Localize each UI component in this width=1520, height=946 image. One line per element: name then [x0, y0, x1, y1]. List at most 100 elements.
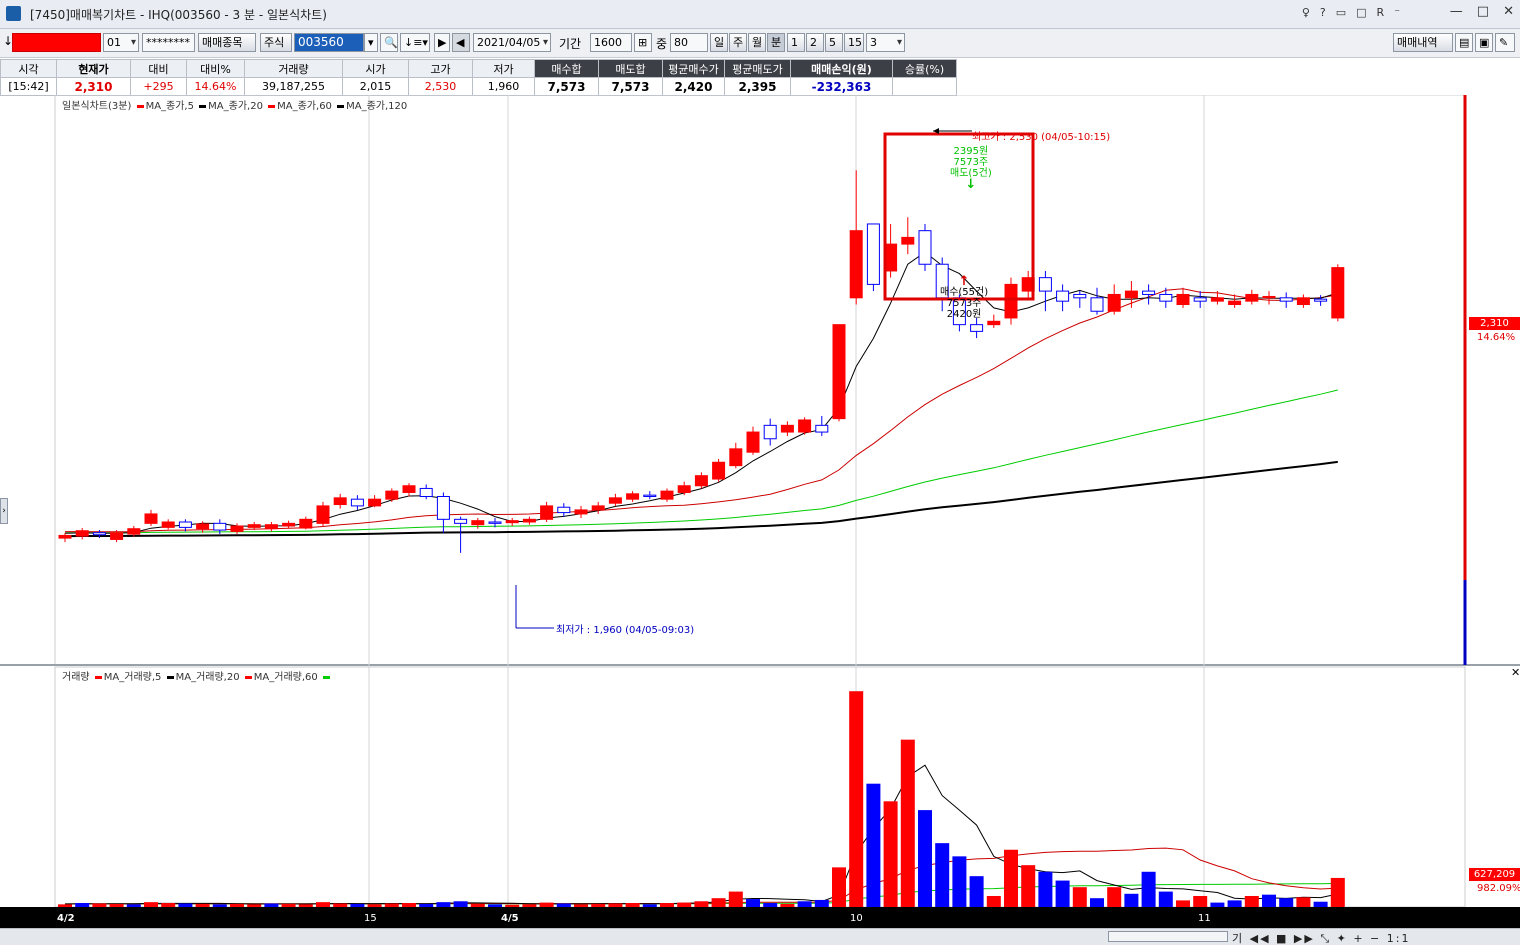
- volume-bar-down: [488, 904, 502, 907]
- date-picker[interactable]: 2021/04/05: [473, 33, 551, 52]
- volume-bar-up: [711, 898, 726, 907]
- candle-up: [746, 431, 760, 453]
- tf-week-button[interactable]: 주: [729, 33, 747, 52]
- candle-down: [815, 424, 829, 433]
- value-buy-sum: 7,573: [534, 77, 599, 96]
- low-price-note: 최저가 : 1,960 (04/05-09:03): [556, 625, 695, 636]
- candle-down: [1142, 290, 1156, 295]
- last-volume-tag: 627,209: [1469, 868, 1520, 881]
- candle-up: [161, 521, 175, 528]
- header-avg-buy: 평균매수가: [662, 59, 725, 78]
- header-sell-sum: 매도합: [598, 59, 663, 78]
- value-current-price: 2,310: [56, 77, 131, 96]
- minimize-button[interactable]: —: [1450, 4, 1463, 19]
- volume-bar-up: [591, 903, 606, 907]
- pin-icon[interactable]: ♀: [1302, 6, 1310, 19]
- tf-day-button[interactable]: 일: [710, 33, 728, 52]
- volume-bar-up: [1193, 895, 1208, 907]
- search-icon[interactable]: 🔍: [380, 33, 398, 52]
- account-field[interactable]: [12, 33, 101, 52]
- candle-down: [1314, 298, 1328, 302]
- volume-bar-up: [728, 891, 743, 907]
- sell-arrow-icon: ↓: [965, 177, 977, 192]
- buy-marker: ↑ 매수(55건) 7573주 2420원: [940, 275, 988, 320]
- candle-up: [505, 520, 519, 524]
- trade-items-button[interactable]: 매매종목: [198, 33, 256, 52]
- code-input[interactable]: 003560: [294, 33, 364, 52]
- price-panel-frame: [54, 95, 1466, 666]
- header-pnl: 매매손익(원): [790, 59, 893, 78]
- tf-month-button[interactable]: 월: [748, 33, 766, 52]
- candle-up: [1245, 293, 1259, 302]
- candle-down: [92, 532, 106, 536]
- summary-header-row: 시각 현재가 대비 대비% 거래량 시가 고가 저가 매수합 매도합 평균매수가…: [0, 59, 957, 78]
- close-volume-panel-icon[interactable]: ✕: [1511, 666, 1520, 679]
- restore-small-icon[interactable]: □: [1356, 6, 1366, 19]
- candle-up: [660, 490, 674, 500]
- legend-vma20: MA_거래량,20: [175, 672, 240, 683]
- volume-bar-up: [195, 903, 210, 907]
- candle-up: [264, 524, 278, 530]
- tf-1-button[interactable]: 1: [787, 33, 805, 52]
- volume-bar-down: [1055, 880, 1070, 907]
- header-buy-sum: 매수합: [534, 59, 599, 78]
- account-suffix-select[interactable]: 01: [103, 33, 139, 52]
- link-icon[interactable]: ▭: [1336, 6, 1346, 19]
- r-icon[interactable]: R: [1377, 6, 1385, 19]
- volume-bar-down: [642, 904, 657, 907]
- window-title: [7450]매매복기차트 - IHQ(003560 - 3 분 - 일본식차트): [30, 8, 327, 22]
- value-time: [15:42]: [0, 77, 57, 96]
- candle-up: [75, 530, 89, 537]
- buy-qty: 7573주: [946, 298, 982, 309]
- volume-bar-down: [1124, 893, 1139, 907]
- legend-swatch-ma60: [268, 104, 276, 108]
- close-button[interactable]: ✕: [1503, 4, 1514, 19]
- maximize-button[interactable]: □: [1477, 4, 1489, 19]
- code-dropdown-icon[interactable]: ▾: [364, 33, 378, 52]
- side-expand-tab[interactable]: ›: [0, 498, 8, 524]
- horizontal-scrollbar[interactable]: [1108, 931, 1228, 942]
- volume-bar-up: [660, 903, 674, 907]
- period-input[interactable]: 1600: [590, 33, 632, 52]
- header-high: 고가: [408, 59, 473, 78]
- password-field[interactable]: ********: [142, 33, 195, 52]
- volume-bar-up: [1072, 887, 1087, 907]
- candle-down: [1056, 290, 1070, 302]
- volume-bar-down: [1227, 900, 1242, 907]
- header-avg-sell: 평균매도가: [724, 59, 791, 78]
- play-back-icon[interactable]: ◀: [452, 33, 470, 52]
- value-change: +295: [130, 77, 187, 96]
- legend-ma5: MA_종가,5: [145, 101, 194, 112]
- help-icon[interactable]: ?: [1320, 6, 1326, 19]
- volume-bar-down: [1313, 901, 1328, 907]
- volume-bar-down: [1038, 871, 1053, 907]
- tf-15-button[interactable]: 15: [844, 33, 864, 52]
- trade-history-button[interactable]: 매매내역: [1393, 33, 1453, 52]
- volume-bar-up: [298, 904, 313, 907]
- sort-icon[interactable]: ↓≡▾: [400, 33, 430, 52]
- candle-down: [488, 521, 502, 524]
- candle-up: [540, 505, 554, 520]
- value-change-pct: 14.64%: [186, 77, 245, 96]
- play-forward-icon[interactable]: ▶: [434, 33, 450, 52]
- header-low: 저가: [472, 59, 535, 78]
- volume-bar-up: [832, 867, 846, 907]
- candle-up: [1331, 267, 1345, 319]
- candle-up: [144, 513, 158, 524]
- grid-icon[interactable]: ⊞: [634, 33, 652, 52]
- tf-custom-select[interactable]: 3: [866, 33, 905, 52]
- tf-minute-button[interactable]: 분: [767, 33, 785, 52]
- volume-legend-title: 거래량: [62, 672, 90, 683]
- tray-icon[interactable]: ⁻: [1394, 6, 1400, 19]
- value-avg-sell: 2,395: [724, 77, 791, 96]
- tf-5-button[interactable]: 5: [825, 33, 843, 52]
- chart-area[interactable]: [0, 95, 1520, 928]
- save-icon[interactable]: ▣: [1475, 33, 1493, 52]
- legend-swatch-ma5: [136, 104, 144, 108]
- candle-up: [127, 528, 141, 535]
- tf-2-button[interactable]: 2: [806, 33, 824, 52]
- open-folder-icon[interactable]: ▤: [1455, 33, 1473, 52]
- market-select[interactable]: 주식: [260, 33, 292, 52]
- mid-input[interactable]: 80: [670, 33, 708, 52]
- settings-wrench-icon[interactable]: ✎: [1495, 33, 1515, 52]
